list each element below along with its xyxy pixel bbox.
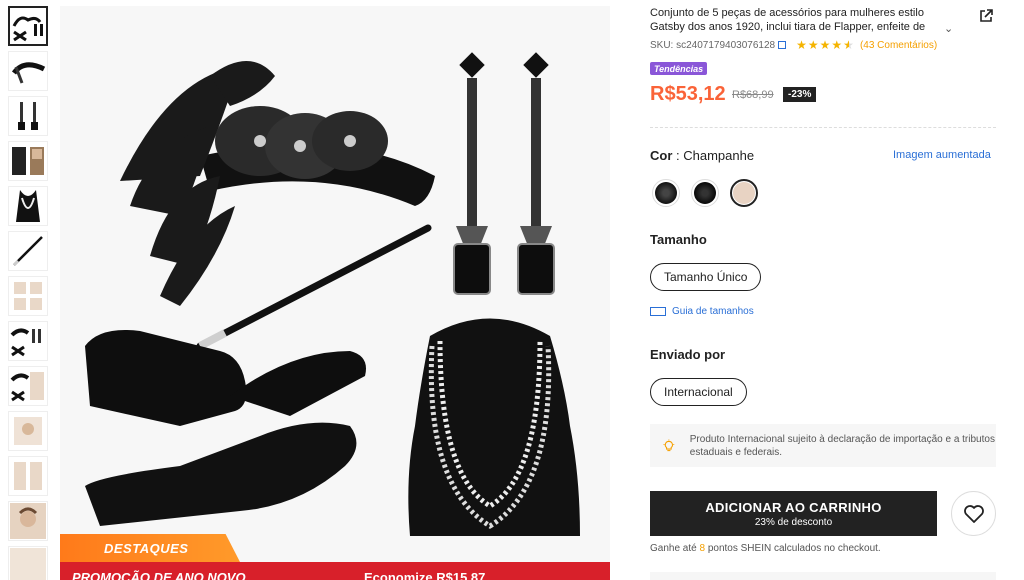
thumbnail-2[interactable]: [8, 51, 48, 91]
thumbnail-image: [10, 503, 46, 539]
chevron-down-icon[interactable]: ⌄: [944, 22, 953, 35]
size-guide-link[interactable]: Guia de tamanhos: [650, 306, 754, 317]
swatch-1[interactable]: [652, 179, 680, 207]
thumbnail-image: [10, 548, 46, 580]
thumbnail-image: [12, 236, 43, 267]
swatch-2[interactable]: [691, 179, 719, 207]
add-to-cart-discount: 23% de desconto: [754, 516, 833, 528]
shipping-label: Enviado por: [650, 347, 726, 362]
promo-title: PROMOÇÃO DE ANO NOVO: [72, 570, 246, 580]
add-to-cart-button[interactable]: ADICIONAR AO CARRINHO 23% de desconto: [650, 491, 937, 536]
sku-row: SKU: sc2407179403076128 ★ ★ ★ ★ ★ (43 Co…: [650, 38, 937, 52]
thumbnail-image: [14, 417, 42, 445]
color-title: Cor: [650, 148, 673, 163]
zoom-image-link[interactable]: Imagem aumentada: [893, 149, 991, 161]
thumbnail-image: [12, 147, 44, 175]
copy-icon[interactable]: [778, 41, 787, 49]
thumbnail-8[interactable]: [8, 321, 48, 361]
import-notice-text: Produto Internacional sujeito à declaraç…: [689, 433, 995, 458]
divider: [650, 127, 996, 128]
points-info: Ganhe até 8 pontos SHEIN calculados no c…: [650, 543, 881, 554]
star-icon: ★: [796, 38, 807, 52]
thumbnail-7[interactable]: [8, 276, 48, 316]
sku-text: SKU: sc2407179403076128: [650, 39, 776, 51]
thumbnail-image: [10, 328, 41, 357]
thumbnail-image: [10, 372, 44, 402]
discount-badge: -23%: [783, 87, 817, 102]
thumbnail-13[interactable]: [8, 546, 48, 580]
promo-savings: Economize R$15,87: [364, 570, 486, 580]
thumbnail-1[interactable]: [8, 6, 48, 46]
thumbnail-image: [12, 16, 43, 42]
points-suffix: pontos SHEIN calculados no checkout.: [705, 543, 881, 554]
color-value: : Champanhe: [676, 148, 755, 163]
reviews-link[interactable]: (43 Comentários): [860, 40, 937, 51]
promo-bar[interactable]: PROMOÇÃO DE ANO NOVO Economize R$15,87: [60, 562, 610, 580]
half-star-icon: ★: [843, 38, 854, 52]
thumbnail-4[interactable]: [8, 141, 48, 181]
original-price: R$68,99: [732, 89, 774, 101]
thumbnail-3[interactable]: [8, 96, 48, 136]
star-icon: ★: [831, 38, 843, 52]
color-label: Cor : Champanhe: [650, 148, 754, 163]
star-icon: ★: [819, 38, 831, 52]
current-price: R$53,12: [650, 83, 726, 105]
shipping-option-button[interactable]: Internacional: [650, 378, 747, 406]
thumbnail-9[interactable]: [8, 366, 48, 406]
color-swatches: [652, 179, 758, 207]
star-icon: ★: [807, 38, 819, 52]
thumbnail-image: [14, 282, 42, 310]
wishlist-button[interactable]: [951, 491, 996, 536]
size-option-button[interactable]: Tamanho Único: [650, 263, 762, 291]
size-guide-label: Guia de tamanhos: [672, 306, 754, 317]
add-to-cart-label: ADICIONAR AO CARRINHO: [705, 499, 882, 515]
product-photo: [85, 52, 580, 536]
trend-badge: Tendências: [650, 62, 708, 75]
product-title: Conjunto de 5 peças de acessórios para m…: [650, 7, 926, 33]
ruler-icon: [650, 307, 666, 316]
thumbnail-5[interactable]: [8, 186, 48, 226]
thumbnail-image: [18, 102, 38, 130]
thumbnail-image: [14, 462, 42, 490]
points-prefix: Ganhe até: [650, 543, 700, 554]
thumbnail-list: [8, 6, 52, 580]
thumbnail-image: [16, 190, 40, 222]
rating-stars: ★ ★ ★ ★ ★: [796, 38, 854, 52]
share-icon[interactable]: [978, 8, 994, 24]
thumbnail-12[interactable]: [8, 501, 48, 541]
thumbnail-image: [11, 62, 46, 84]
main-product-image[interactable]: DESTAQUES PROMOÇÃO DE ANO NOVO Economize…: [60, 6, 610, 580]
swatch-3-selected[interactable]: [730, 179, 758, 207]
lightbulb-icon: [663, 438, 675, 451]
import-notice: Produto Internacional sujeito à declaraç…: [650, 424, 996, 467]
bottom-card: [650, 572, 996, 580]
thumbnail-6[interactable]: [8, 231, 48, 271]
heart-icon: [963, 504, 984, 523]
thumbnail-11[interactable]: [8, 456, 48, 496]
thumbnail-10[interactable]: [8, 411, 48, 451]
size-label: Tamanho: [650, 232, 707, 247]
highlights-banner: DESTAQUES: [60, 534, 240, 562]
